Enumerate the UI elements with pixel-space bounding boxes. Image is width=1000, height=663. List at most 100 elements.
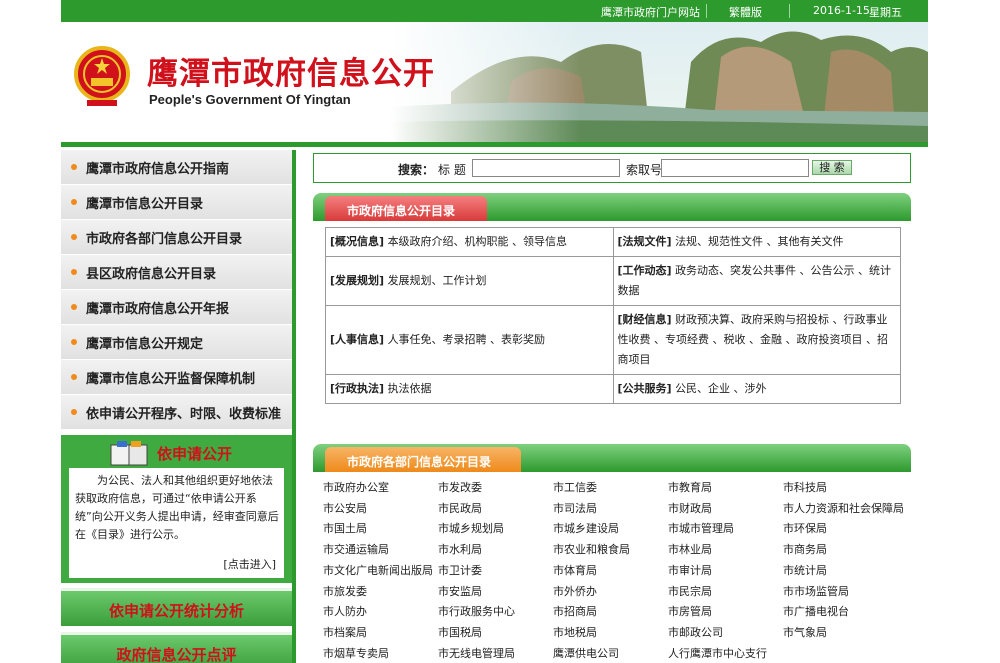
department-link[interactable]: 市行政服务中心: [438, 603, 515, 619]
department-link[interactable]: 市地税局: [553, 624, 597, 640]
search-bar: 搜索： 标 题 索取号 搜 索: [313, 153, 911, 183]
header-banner: 鹰潭市政府信息公开 People's Government Of Yingtan: [61, 22, 928, 144]
catalog-cell: [工作动态] 政务动态、突发公共事件 、公告公示 、统计数据: [612, 256, 901, 306]
search-label: 搜索：: [398, 163, 435, 177]
department-link[interactable]: 市无线电管理局: [438, 645, 515, 661]
department-link[interactable]: 市审计局: [668, 562, 712, 578]
nav-item-application-procedure[interactable]: 依申请公开程序、时限、收费标准: [61, 395, 292, 430]
traditional-chinese-link[interactable]: 繁體版: [729, 4, 762, 20]
catalog-tag[interactable]: [法规文件]: [618, 235, 672, 248]
catalog-header: 市政府信息公开目录: [313, 193, 911, 221]
catalog-tab[interactable]: 市政府信息公开目录: [325, 196, 487, 221]
department-link[interactable]: 市统计局: [783, 562, 827, 578]
national-emblem-icon: [74, 46, 130, 106]
department-link[interactable]: 市科技局: [783, 479, 827, 495]
stats-analysis-button[interactable]: 依申请公开统计分析: [61, 588, 292, 626]
catalog-tag[interactable]: [财经信息]: [618, 313, 672, 326]
department-link[interactable]: 市文化广电新闻出版局: [323, 562, 433, 578]
department-link[interactable]: 市财政局: [668, 500, 712, 516]
department-link[interactable]: 市旅发委: [323, 583, 367, 599]
catalog-cell: [发展规划] 发展规划、工作计划: [325, 256, 614, 306]
department-link[interactable]: 市政府办公室: [323, 479, 389, 495]
catalog-tag[interactable]: [概况信息]: [330, 235, 384, 248]
title-input[interactable]: [472, 159, 620, 177]
department-link[interactable]: 市国土局: [323, 520, 367, 536]
department-link[interactable]: 市人防办: [323, 603, 367, 619]
index-label: 索取号: [626, 163, 663, 177]
department-link[interactable]: 市公安局: [323, 500, 367, 516]
left-nav: 鹰潭市政府信息公开指南 鹰潭市信息公开目录 市政府各部门信息公开目录 县区政府信…: [61, 150, 292, 430]
catalog-tag[interactable]: [工作动态]: [618, 264, 672, 277]
book-icon: [110, 441, 148, 466]
department-link[interactable]: 市房管局: [668, 603, 712, 619]
department-link[interactable]: 市人力资源和社会保障局: [783, 500, 904, 516]
apply-content: 为公民、法人和其他组织更好地依法获取政府信息，可通过“依申请公开系统”向公开义务…: [69, 468, 284, 578]
nav-item-supervision[interactable]: 鹰潭市信息公开监督保障机制: [61, 360, 292, 395]
title-label: 标 题: [438, 163, 466, 177]
department-link[interactable]: 人行鹰潭市中心支行: [668, 645, 767, 661]
apply-panel: 依申请公开 为公民、法人和其他组织更好地依法获取政府信息，可通过“依申请公开系统…: [61, 435, 292, 583]
department-link[interactable]: 市城市管理局: [668, 520, 734, 536]
site-subtitle: People's Government Of Yingtan: [149, 92, 351, 107]
department-link[interactable]: 市交通运输局: [323, 541, 389, 557]
weekday-text: 星期五: [869, 6, 902, 19]
nav-item-county-catalog[interactable]: 县区政府信息公开目录: [61, 255, 292, 290]
department-link[interactable]: 市民宗局: [668, 583, 712, 599]
department-link[interactable]: 市城乡规划局: [438, 520, 504, 536]
department-link[interactable]: 市商务局: [783, 541, 827, 557]
bullet-icon: [71, 304, 77, 310]
department-link[interactable]: 市气象局: [783, 624, 827, 640]
department-link[interactable]: 市民政局: [438, 500, 482, 516]
department-link[interactable]: 市发改委: [438, 479, 482, 495]
bullet-icon: [71, 199, 77, 205]
department-link[interactable]: 市市场监管局: [783, 583, 849, 599]
department-link[interactable]: 市林业局: [668, 541, 712, 557]
departments-tab[interactable]: 市政府各部门信息公开目录: [325, 447, 521, 472]
catalog-tag[interactable]: [人事信息]: [330, 333, 384, 346]
department-link[interactable]: 市水利局: [438, 541, 482, 557]
nav-item-annual-report[interactable]: 鹰潭市政府信息公开年报: [61, 290, 292, 325]
department-link[interactable]: 市卫计委: [438, 562, 482, 578]
portal-link[interactable]: 鹰潭市政府门户网站: [601, 4, 700, 20]
department-link[interactable]: 市档案局: [323, 624, 367, 640]
department-link[interactable]: 市工信委: [553, 479, 597, 495]
department-link[interactable]: 市环保局: [783, 520, 827, 536]
catalog-cell: [法规文件] 法规、规范性文件 、其他有关文件: [612, 227, 901, 257]
catalog-cell: [公共服务] 公民、企业 、涉外: [612, 374, 901, 404]
nav-item-guide[interactable]: 鹰潭市政府信息公开指南: [61, 150, 292, 185]
department-link[interactable]: 市城乡建设局: [553, 520, 619, 536]
bullet-icon: [71, 164, 77, 170]
department-link[interactable]: 市广播电视台: [783, 603, 849, 619]
bullet-icon: [71, 234, 77, 240]
catalog-tag[interactable]: [行政执法]: [330, 382, 384, 395]
nav-item-catalog[interactable]: 鹰潭市信息公开目录: [61, 185, 292, 220]
banner-divider: [61, 142, 928, 147]
department-link[interactable]: 市邮政公司: [668, 624, 723, 640]
index-input[interactable]: [661, 159, 809, 177]
catalog-tag[interactable]: [发展规划]: [330, 274, 384, 287]
catalog-table: [概况信息] 本级政府介绍、机构职能 、领导信息 [法规文件] 法规、规范性文件…: [325, 227, 901, 404]
department-link[interactable]: 市招商局: [553, 603, 597, 619]
site-title: 鹰潭市政府信息公开: [147, 56, 435, 92]
bullet-icon: [71, 339, 77, 345]
divider: [706, 4, 707, 18]
department-link[interactable]: 市农业和粮食局: [553, 541, 630, 557]
catalog-tag[interactable]: [公共服务]: [618, 382, 672, 395]
department-link[interactable]: 市教育局: [668, 479, 712, 495]
department-link[interactable]: 市司法局: [553, 500, 597, 516]
enter-link[interactable]: [点击进入]: [223, 556, 276, 572]
department-link[interactable]: 市烟草专卖局: [323, 645, 389, 661]
nav-item-department-catalog[interactable]: 市政府各部门信息公开目录: [61, 220, 292, 255]
bullet-icon: [71, 409, 77, 415]
department-link[interactable]: 市安监局: [438, 583, 482, 599]
department-link[interactable]: 鹰潭供电公司: [553, 645, 619, 661]
nav-item-regulations[interactable]: 鹰潭市信息公开规定: [61, 325, 292, 360]
column-divider: [292, 150, 296, 663]
bullet-icon: [71, 374, 77, 380]
department-link[interactable]: 市国税局: [438, 624, 482, 640]
department-link[interactable]: 市体育局: [553, 562, 597, 578]
search-button[interactable]: 搜 索: [812, 160, 852, 175]
divider: [789, 4, 790, 18]
review-button[interactable]: 政府信息公开点评: [61, 632, 292, 663]
department-link[interactable]: 市外侨办: [553, 583, 597, 599]
